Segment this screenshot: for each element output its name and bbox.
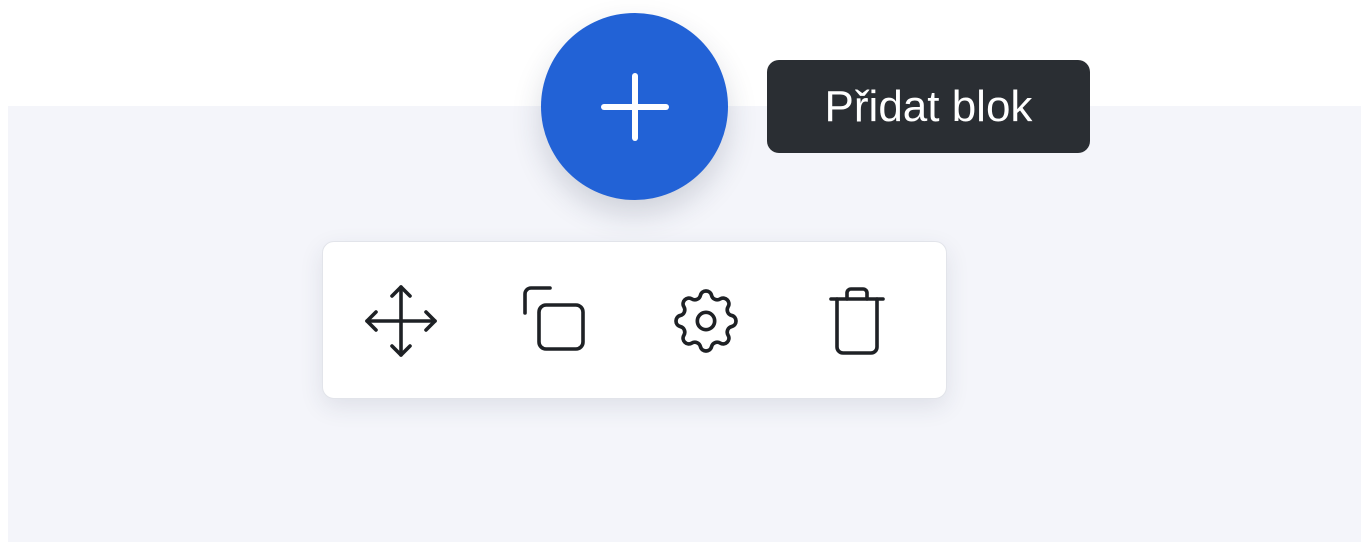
block-toolbar — [322, 241, 947, 399]
duplicate-block-button[interactable] — [514, 281, 594, 361]
move-arrows-icon — [361, 281, 441, 361]
trash-icon — [817, 281, 897, 361]
gear-icon — [666, 281, 746, 361]
move-block-button[interactable] — [361, 281, 441, 361]
editor-canvas: Přidat blok — [0, 0, 1361, 542]
copy-icon — [514, 281, 594, 361]
delete-block-button[interactable] — [817, 281, 897, 361]
add-block-tooltip: Přidat blok — [767, 60, 1090, 153]
add-block-button[interactable] — [541, 13, 728, 200]
block-settings-button[interactable] — [666, 281, 746, 361]
plus-icon — [600, 72, 670, 142]
